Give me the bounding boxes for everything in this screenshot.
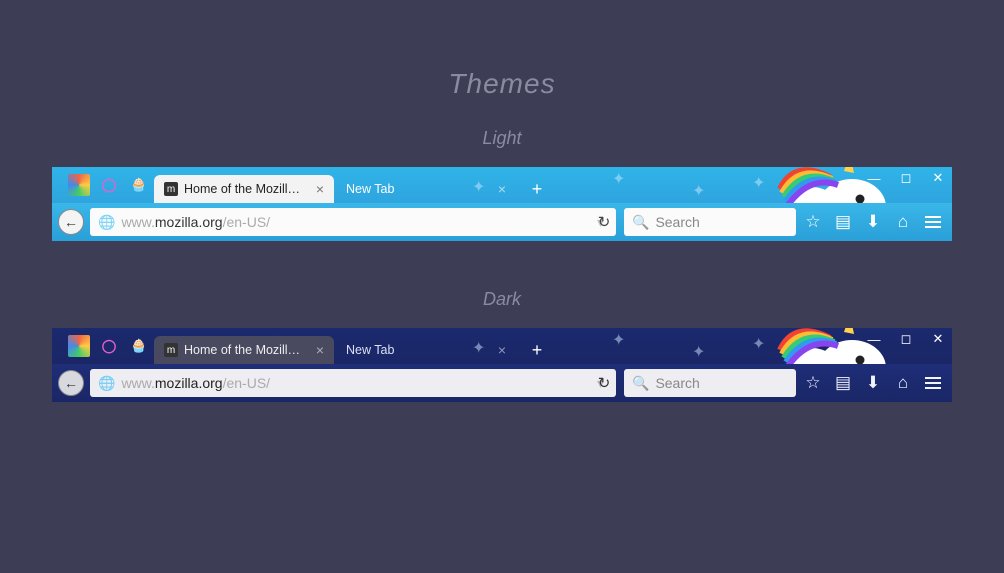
theme-label-dark: Dark (0, 289, 1004, 310)
search-bar[interactable]: 🔍 Search (624, 208, 796, 236)
window-controls: — ◻ ✕ (866, 171, 946, 185)
theme-label-light: Light (0, 128, 1004, 149)
favicon-mozilla-icon: m (164, 182, 178, 196)
tab-active[interactable]: m Home of the Mozill… × (154, 336, 334, 364)
window-close-button[interactable]: ✕ (930, 332, 946, 346)
menu-button[interactable] (920, 209, 946, 235)
downloads-button[interactable]: ⬇ (860, 370, 886, 396)
home-button[interactable]: ⌂ (890, 209, 916, 235)
globe-icon: 🌐 (98, 375, 115, 392)
url-path: /en-US/ (223, 375, 270, 391)
tab-label: Home of the Mozill… (184, 343, 300, 357)
pinned-tab-cupcake-icon[interactable]: 🧁 (128, 335, 150, 357)
tab-strip: ✦✦ ✦✦ ✦ ◯ 🧁 m Home of the Mozill… × New … (52, 328, 952, 364)
downloads-button[interactable]: ⬇ (860, 209, 886, 235)
url-path: /en-US/ (223, 214, 270, 230)
globe-icon: 🌐 (98, 214, 115, 231)
tab-close-button[interactable]: × (316, 342, 324, 358)
window-maximize-button[interactable]: ◻ (898, 171, 914, 185)
menu-button[interactable] (920, 370, 946, 396)
tab-close-button[interactable]: × (498, 342, 506, 358)
search-placeholder: Search (655, 214, 699, 230)
favicon-mozilla-icon: m (164, 343, 178, 357)
home-button[interactable]: ⌂ (890, 370, 916, 396)
tab-label: Home of the Mozill… (184, 182, 300, 196)
tab-background[interactable]: New Tab × (336, 336, 516, 364)
url-host: mozilla.org (155, 375, 223, 391)
bookmark-star-button[interactable]: ☆ (800, 370, 826, 396)
new-tab-button[interactable]: + (524, 337, 550, 363)
pinned-tab-tiles-icon[interactable] (68, 174, 90, 196)
url-prefix: www. (121, 214, 154, 230)
toolbar: ← 🌐 www.mozilla.org/en-US/ ▾ ↻ 🔍 Search … (52, 203, 952, 241)
window-minimize-button[interactable]: — (866, 171, 882, 185)
back-button[interactable]: ← (58, 370, 84, 396)
sidebar-list-button[interactable]: ▤ (830, 209, 856, 235)
search-icon: 🔍 (632, 375, 649, 392)
url-host: mozilla.org (155, 214, 223, 230)
url-bar[interactable]: 🌐 www.mozilla.org/en-US/ ▾ (90, 208, 616, 236)
toolbar: ← 🌐 www.mozilla.org/en-US/ ▾ ↻ 🔍 Search … (52, 364, 952, 402)
pinned-tab-ring-icon[interactable]: ◯ (98, 335, 120, 357)
browser-dark-theme: ✦✦ ✦✦ ✦ ◯ 🧁 m Home of the Mozill… × New … (52, 328, 952, 402)
page-title: Themes (0, 68, 1004, 100)
pinned-tab-tiles-icon[interactable] (68, 335, 90, 357)
tab-active[interactable]: m Home of the Mozill… × (154, 175, 334, 203)
tab-strip: ✦✦ ✦✦ ✦ ◯ 🧁 m Home of the Mozill… × New … (52, 167, 952, 203)
bookmark-star-button[interactable]: ☆ (800, 209, 826, 235)
url-bar[interactable]: 🌐 www.mozilla.org/en-US/ ▾ (90, 369, 616, 397)
window-controls: — ◻ ✕ (866, 332, 946, 346)
tab-background[interactable]: New Tab × (336, 175, 516, 203)
tab-label: New Tab (346, 343, 394, 357)
window-maximize-button[interactable]: ◻ (898, 332, 914, 346)
window-minimize-button[interactable]: — (866, 332, 882, 346)
tab-label: New Tab (346, 182, 394, 196)
pinned-tab-ring-icon[interactable]: ◯ (98, 174, 120, 196)
window-close-button[interactable]: ✕ (930, 171, 946, 185)
tab-close-button[interactable]: × (316, 181, 324, 197)
pinned-tab-cupcake-icon[interactable]: 🧁 (128, 174, 150, 196)
sidebar-list-button[interactable]: ▤ (830, 370, 856, 396)
new-tab-button[interactable]: + (524, 176, 550, 202)
tab-close-button[interactable]: × (498, 181, 506, 197)
search-icon: 🔍 (632, 214, 649, 231)
search-bar[interactable]: 🔍 Search (624, 369, 796, 397)
reload-button[interactable]: ↻ (594, 213, 614, 231)
search-placeholder: Search (655, 375, 699, 391)
browser-light-theme: ✦✦ ✦✦ ✦ ◯ 🧁 m Home of the Mozill… × New … (52, 167, 952, 241)
url-prefix: www. (121, 375, 154, 391)
reload-button[interactable]: ↻ (594, 374, 614, 392)
back-button[interactable]: ← (58, 209, 84, 235)
